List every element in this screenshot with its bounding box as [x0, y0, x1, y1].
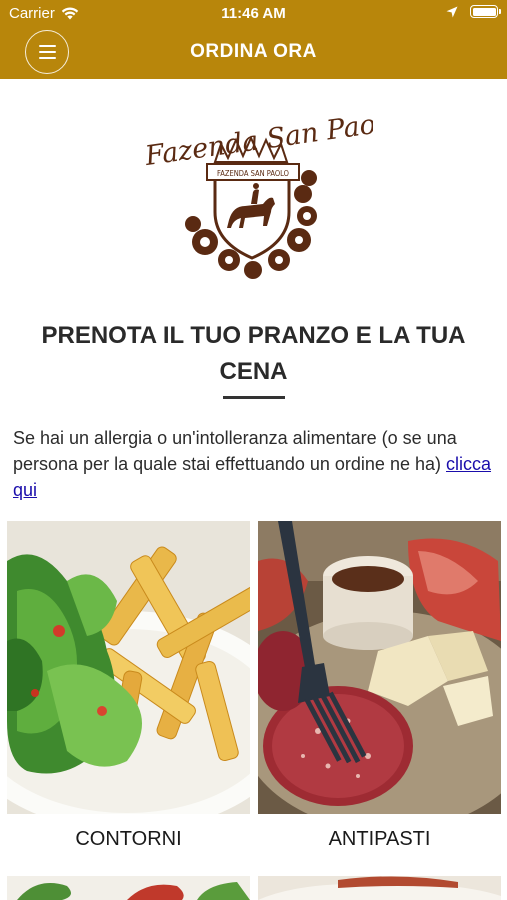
location-arrow-icon — [446, 6, 458, 17]
category-card-partial-left[interactable] — [7, 876, 250, 900]
category-card-partial-right[interactable] — [258, 876, 501, 900]
page-title: ORDINA ORA — [190, 41, 317, 62]
status-time: 11:46 AM — [221, 5, 286, 22]
headline-divider — [223, 396, 285, 399]
category-label: CONTORNI — [75, 828, 182, 850]
contorni-photo — [7, 521, 250, 814]
allergy-notice: Se hai un allergia o un'intolleranza ali… — [13, 425, 497, 503]
category-label: ANTIPASTI — [328, 828, 431, 850]
restaurant-logo: Fazenda San Paolo FAZENDA SAN PAOLO — [142, 106, 373, 279]
booking-headline: PRENOTA IL TUO PRANZO E LA TUA CENA — [41, 322, 466, 385]
battery-icon — [470, 5, 501, 18]
nav-bar: ORDINA ORA — [0, 28, 507, 79]
logo-banner-text: FAZENDA SAN PAOLO — [217, 169, 289, 178]
allergy-text: Se hai un allergia o un'intolleranza ali… — [13, 428, 457, 474]
partial-photo-left — [7, 876, 250, 900]
status-bar: Carrier 11:46 AM — [0, 0, 507, 28]
status-indicators — [446, 5, 501, 18]
antipasti-photo — [258, 521, 501, 814]
partial-photo-right — [258, 876, 501, 900]
